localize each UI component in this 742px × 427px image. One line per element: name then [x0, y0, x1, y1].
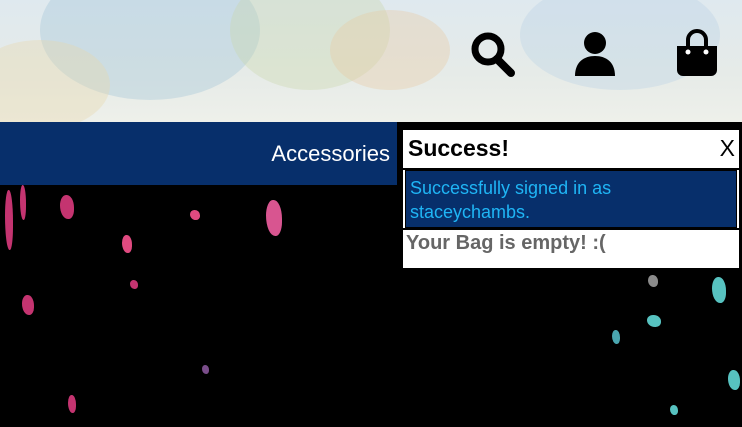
toast-header: Success! X	[403, 130, 739, 170]
main-nav-bar: Accessories	[0, 122, 398, 185]
toast-close-button[interactable]: X	[720, 135, 735, 162]
success-toast: Success! X Successfully signed in as sta…	[403, 130, 739, 268]
header-background	[0, 0, 742, 122]
toast-message-text: Successfully signed in as staceychambs.	[410, 178, 612, 222]
nav-link-accessories[interactable]: Accessories	[271, 141, 390, 167]
shopping-bag-icon[interactable]	[672, 28, 722, 78]
toast-message-box: Successfully signed in as staceychambs.	[405, 170, 737, 228]
toast-title: Success!	[408, 135, 510, 161]
toast-divider	[403, 228, 739, 230]
bag-status-text: Your Bag is empty! :(	[406, 232, 606, 254]
user-icon[interactable]	[570, 28, 620, 78]
search-icon[interactable]	[467, 28, 517, 78]
